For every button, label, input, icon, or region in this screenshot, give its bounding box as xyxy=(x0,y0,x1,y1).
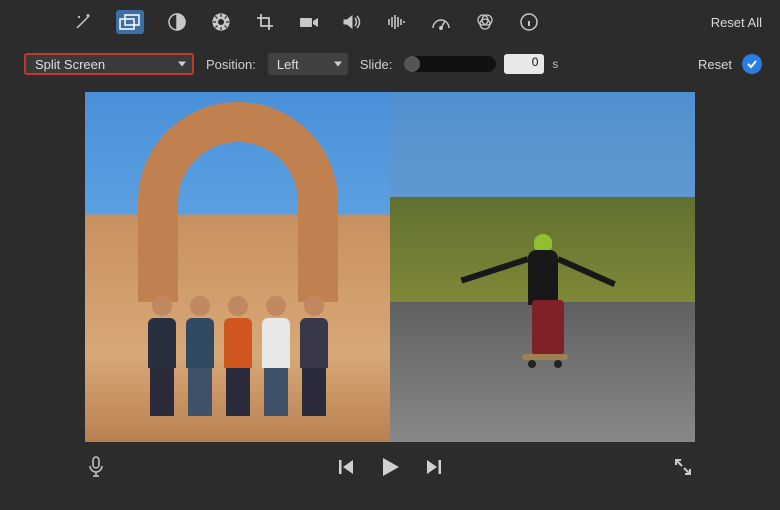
stabilize-icon[interactable] xyxy=(298,11,320,33)
video-overlay-icon[interactable] xyxy=(116,10,144,34)
rock-arch-graphic xyxy=(138,102,338,302)
slide-group: 0 s xyxy=(404,54,558,74)
overlay-mode-value: Split Screen xyxy=(35,57,105,72)
position-dropdown[interactable]: Left xyxy=(268,53,348,75)
magic-wand-icon[interactable] xyxy=(72,11,94,33)
slide-label: Slide: xyxy=(360,57,393,72)
chevron-down-icon xyxy=(334,62,342,67)
slide-slider[interactable] xyxy=(404,56,496,72)
apply-check-button[interactable] xyxy=(742,54,762,74)
previous-button[interactable] xyxy=(337,458,355,479)
slider-thumb[interactable] xyxy=(404,56,420,72)
overlay-params: Split Screen Position: Left Slide: 0 s R… xyxy=(0,44,780,84)
voiceover-mic-button[interactable] xyxy=(88,456,104,481)
fullscreen-button[interactable] xyxy=(674,458,692,479)
transport-bar xyxy=(0,442,780,494)
crop-icon[interactable] xyxy=(254,11,276,33)
inspector-toolbar: Reset All xyxy=(0,0,780,44)
noise-reduction-icon[interactable] xyxy=(386,11,408,33)
skater-graphic xyxy=(528,250,558,305)
slide-unit: s xyxy=(552,57,558,71)
info-icon[interactable] xyxy=(518,11,540,33)
play-button[interactable] xyxy=(379,456,401,481)
speed-icon[interactable] xyxy=(430,11,452,33)
color-balance-icon[interactable] xyxy=(166,11,188,33)
split-right-pane xyxy=(390,92,695,442)
chevron-down-icon xyxy=(178,62,186,67)
preview-viewer[interactable] xyxy=(85,92,695,442)
color-correction-icon[interactable] xyxy=(210,11,232,33)
filters-icon[interactable] xyxy=(474,11,496,33)
reset-button[interactable]: Reset xyxy=(698,57,732,72)
split-left-pane xyxy=(85,92,390,442)
slide-value-field[interactable]: 0 xyxy=(504,54,544,74)
volume-icon[interactable] xyxy=(342,11,364,33)
reset-all-button[interactable]: Reset All xyxy=(711,15,762,30)
people-group-graphic xyxy=(145,296,331,416)
position-value: Left xyxy=(277,57,299,72)
position-label: Position: xyxy=(206,57,256,72)
next-button[interactable] xyxy=(425,458,443,479)
overlay-mode-dropdown[interactable]: Split Screen xyxy=(24,53,194,75)
